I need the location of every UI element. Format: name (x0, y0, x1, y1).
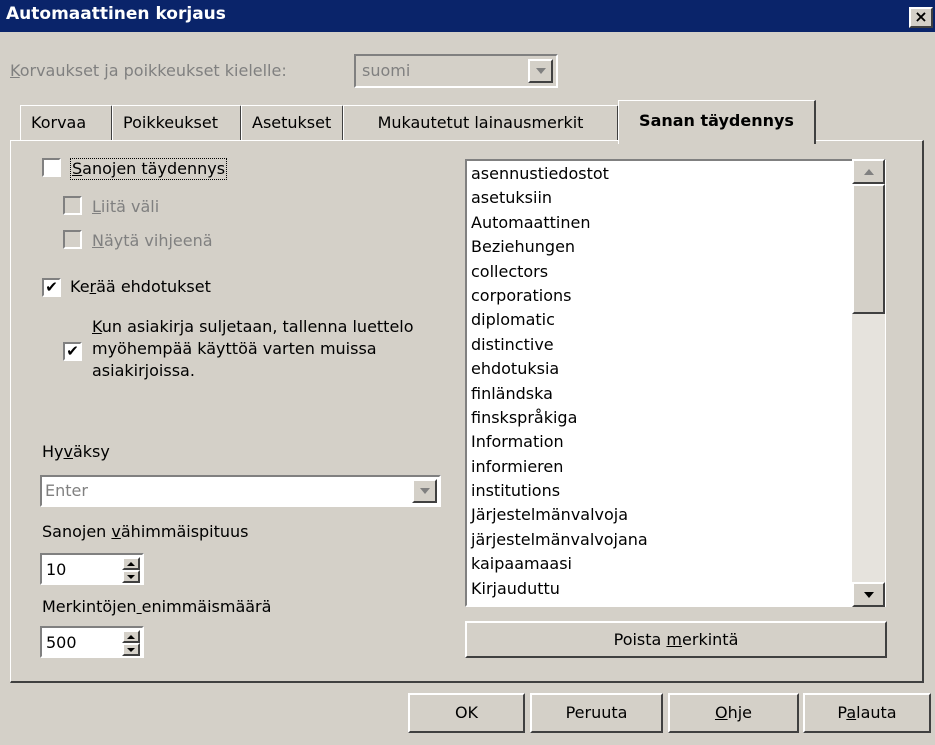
show-as-tip-checkbox[interactable] (63, 230, 82, 249)
cancel-button[interactable]: Peruuta (530, 693, 663, 733)
ok-button[interactable]: OK (408, 693, 525, 733)
list-item[interactable]: corporations (467, 284, 851, 308)
list-item[interactable]: collectors (467, 260, 851, 284)
list-item[interactable]: ehdotuksia (467, 357, 851, 381)
save-on-close-line-2: myöhempää käyttöä varten muissa (92, 339, 377, 358)
remove-entry-button[interactable]: Poista merkintä (465, 621, 887, 658)
list-item[interactable]: kaipaamaasi (467, 552, 851, 576)
language-label-text: orvaukset ja poikkeukset kielelle: (19, 61, 287, 80)
list-item[interactable]: informieren (467, 455, 851, 479)
up-arrow-icon (863, 168, 874, 175)
min-length-up-button[interactable] (122, 557, 140, 570)
down-arrow-icon (127, 574, 135, 579)
restore-label: Palauta (837, 703, 897, 722)
show-as-tip-label: Näytä vihjeenä (92, 231, 213, 250)
up-arrow-icon (127, 561, 135, 566)
collect-suggestions-label: Kerää ehdotukset (70, 277, 211, 296)
scroll-down-button[interactable] (852, 582, 885, 607)
list-item[interactable]: Kirjauduttu (467, 577, 851, 601)
chevron-down-icon (419, 488, 430, 494)
close-icon: × (914, 7, 928, 26)
word-completion-checkbox[interactable] (42, 158, 61, 177)
checkmark-icon: ✔ (66, 342, 79, 360)
language-select[interactable]: suomi (354, 54, 558, 88)
max-entries-down-button[interactable] (122, 643, 140, 656)
append-space-checkbox[interactable] (63, 196, 82, 215)
cancel-label: Peruuta (565, 703, 628, 722)
tab-korvaa[interactable]: Korvaa (20, 105, 113, 141)
down-arrow-icon (863, 591, 874, 598)
tab-mukautetut-lainausmerkit[interactable]: Mukautetut lainausmerkit (343, 105, 619, 141)
list-item[interactable]: Automaattinen (467, 211, 851, 235)
save-on-close-line-3: asiakirjoissa. (92, 361, 195, 380)
list-item[interactable]: Information (467, 430, 851, 454)
list-item[interactable]: asetuksiin (467, 186, 851, 210)
accept-dropdown-button[interactable] (412, 479, 437, 503)
remove-entry-label: Poista merkintä (613, 630, 739, 649)
window-title: Automaattinen korjaus (6, 4, 226, 24)
min-length-label: Sanojen vähimmäispituus (42, 522, 249, 541)
list-item[interactable]: Järjestelmänvalvoja (467, 503, 851, 527)
down-arrow-icon (127, 647, 135, 652)
max-entries-label: Merkintöjen enimmäismäärä (42, 597, 272, 616)
accept-value: Enter (45, 481, 88, 500)
language-label: Korvaukset ja poikkeukset kielelle: (10, 61, 287, 80)
up-arrow-icon (127, 634, 135, 639)
list-item[interactable]: asennustiedostot (467, 162, 851, 186)
accept-select[interactable]: Enter (40, 475, 441, 507)
save-on-close-checkbox[interactable]: ✔ (63, 342, 82, 361)
word-completion-label: Sanojen täydennys (70, 158, 228, 180)
save-on-close-line-1: Kun asiakirja suljetaan, tallenna luette… (92, 317, 414, 336)
save-on-close-label: Kun asiakirja suljetaan, tallenna luette… (92, 316, 414, 382)
max-entries-up-button[interactable] (122, 630, 140, 643)
list-item[interactable]: institutions (467, 479, 851, 503)
list-item[interactable]: finskspråkiga (467, 406, 851, 430)
list-item[interactable]: distinctive (467, 333, 851, 357)
list-item[interactable]: järjestelmänvalvojana (467, 528, 851, 552)
language-dropdown-button[interactable] (528, 59, 553, 83)
close-button[interactable]: × (909, 7, 933, 28)
list-item[interactable]: Beziehungen (467, 235, 851, 259)
tab-asetukset[interactable]: Asetukset (241, 105, 344, 141)
tab-poikkeukset[interactable]: Poikkeukset (112, 105, 242, 141)
list-item[interactable]: finländska (467, 382, 851, 406)
title-bar: Automaattinen korjaus × (0, 0, 935, 32)
ok-label: OK (454, 703, 479, 722)
checkmark-icon: ✔ (45, 278, 58, 296)
tab-label: Sanan täydennys (639, 111, 794, 130)
scroll-thumb[interactable] (852, 184, 885, 314)
min-length-value: 10 (46, 560, 67, 579)
min-length-spinner[interactable]: 10 (40, 553, 144, 585)
max-entries-spinner[interactable]: 500 (40, 626, 144, 658)
append-space-label: Liitä väli (92, 197, 160, 216)
collect-suggestions-checkbox[interactable]: ✔ (42, 278, 61, 297)
tab-sanan-taydennys[interactable]: Sanan täydennys (618, 100, 816, 144)
min-length-down-button[interactable] (122, 570, 140, 583)
tab-label: Korvaa (31, 113, 87, 132)
max-entries-value: 500 (46, 633, 77, 652)
tab-label: Asetukset (252, 113, 332, 132)
help-button[interactable]: Ohje (668, 693, 799, 733)
word-list[interactable]: asennustiedostot asetuksiin Automaattinen B… (465, 159, 886, 607)
scroll-up-button[interactable] (852, 159, 885, 184)
word-list-scrollbar[interactable] (852, 159, 885, 607)
tab-label: Mukautetut lainausmerkit (377, 113, 584, 132)
chevron-down-icon (535, 68, 546, 74)
accept-label: Hyväksy (42, 442, 110, 461)
language-value: suomi (362, 61, 411, 80)
tab-label: Poikkeukset (123, 113, 218, 132)
restore-button[interactable]: Palauta (803, 693, 931, 733)
list-item[interactable]: diplomatic (467, 308, 851, 332)
help-label: Ohje (714, 703, 753, 722)
